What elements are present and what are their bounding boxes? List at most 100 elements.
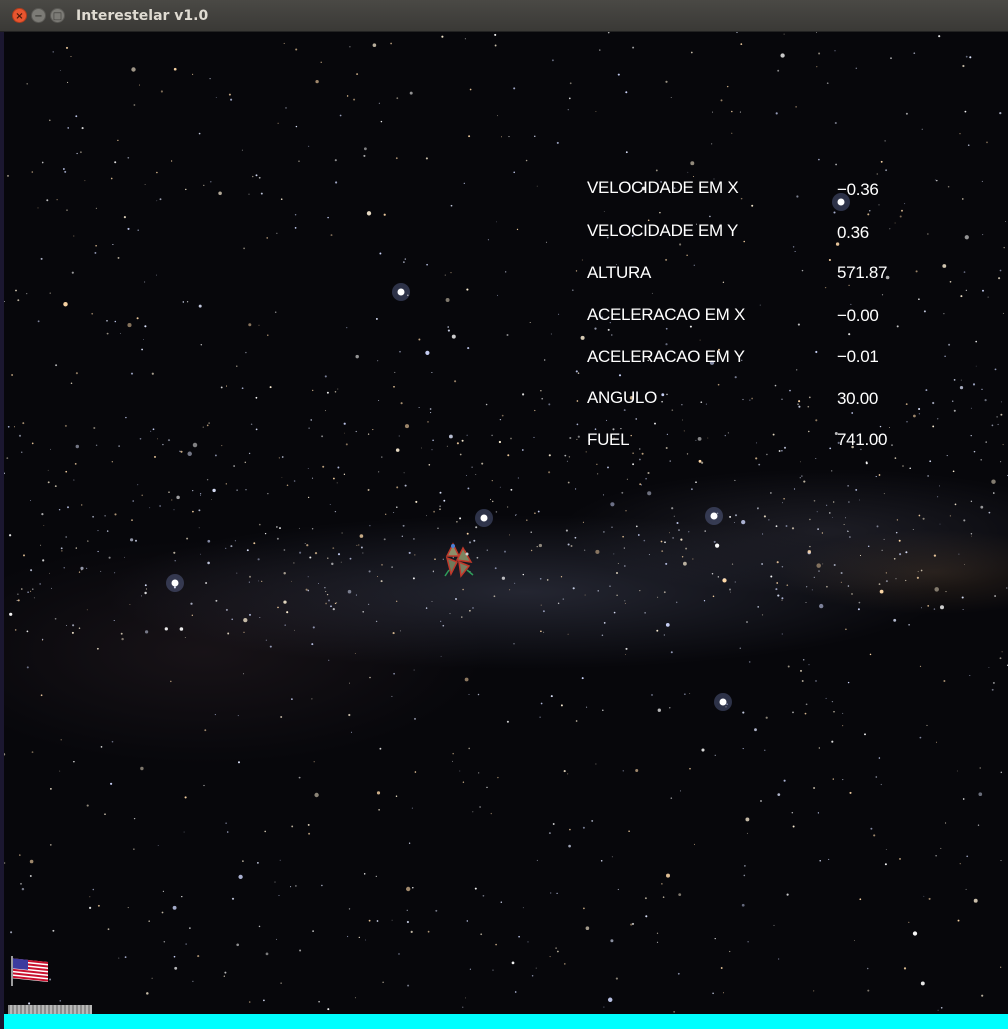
star [78, 571, 81, 573]
star [314, 792, 319, 798]
star [328, 599, 330, 602]
star [392, 632, 395, 635]
star [672, 537, 674, 539]
ground-surface [4, 1014, 1008, 1029]
star [944, 355, 946, 357]
star [464, 38, 466, 40]
star [965, 888, 967, 890]
star [74, 462, 77, 465]
star [669, 532, 670, 534]
star [180, 450, 183, 453]
star [65, 46, 69, 49]
star [659, 211, 661, 214]
star [468, 747, 471, 750]
star [276, 232, 278, 234]
star [807, 405, 810, 408]
star [717, 576, 719, 578]
hud-value-fuel: 741.00 [837, 430, 888, 449]
star [647, 491, 652, 496]
star [558, 313, 560, 315]
game-canvas[interactable]: VELOCIDADE EM X −0.36 VELOCIDADE EM Y 0.… [4, 32, 1008, 1029]
star [826, 504, 828, 506]
star [149, 507, 151, 509]
star [487, 239, 489, 241]
star [639, 448, 641, 450]
star [269, 645, 272, 648]
star [450, 204, 453, 207]
star [982, 289, 984, 292]
star [855, 67, 858, 70]
star [513, 171, 515, 174]
star [127, 227, 130, 230]
star [248, 581, 250, 583]
star [70, 55, 72, 58]
star [97, 550, 99, 553]
star [799, 477, 801, 479]
star [4, 472, 5, 475]
star [517, 477, 520, 479]
star [693, 264, 695, 266]
star [243, 247, 245, 250]
star [167, 439, 171, 442]
star [960, 379, 962, 381]
star [31, 442, 34, 445]
star [40, 257, 43, 260]
star [679, 790, 681, 792]
star [46, 199, 49, 202]
star [922, 517, 925, 520]
star [786, 584, 789, 587]
star [703, 600, 706, 602]
star [255, 428, 258, 431]
star [22, 422, 25, 425]
star [849, 791, 852, 794]
star [817, 812, 820, 814]
star [311, 643, 314, 646]
star [705, 403, 707, 405]
window-titlebar[interactable]: × − □ Interestelar v1.0 [0, 0, 1008, 32]
star [81, 504, 83, 506]
star [709, 215, 711, 218]
star [661, 400, 663, 403]
star [962, 64, 965, 68]
star [939, 605, 945, 610]
star [280, 198, 283, 200]
star [480, 933, 483, 936]
star [833, 501, 835, 503]
star [575, 370, 578, 373]
star [681, 404, 683, 406]
star [60, 739, 62, 741]
star [246, 549, 249, 552]
star [952, 470, 955, 473]
star [729, 515, 732, 518]
star [92, 888, 95, 891]
star [393, 511, 395, 514]
star [720, 99, 723, 102]
star [118, 445, 120, 447]
star [284, 624, 286, 626]
star [858, 601, 861, 604]
star [143, 339, 144, 341]
star [591, 819, 594, 822]
star [748, 661, 751, 663]
star [469, 88, 472, 91]
star [59, 770, 61, 772]
star [536, 185, 538, 187]
star [602, 709, 604, 712]
star [934, 587, 939, 592]
star [584, 594, 586, 596]
star [182, 301, 185, 303]
star [324, 410, 327, 412]
maximize-window-button[interactable]: □ [50, 8, 65, 23]
star [145, 588, 147, 590]
star [199, 493, 202, 495]
star [418, 338, 421, 341]
star [144, 584, 147, 587]
star [514, 582, 516, 584]
minimize-window-button[interactable]: − [31, 8, 46, 23]
star [806, 586, 808, 588]
star [441, 35, 444, 38]
close-window-button[interactable]: × [12, 8, 27, 23]
star [879, 589, 884, 594]
star [610, 939, 614, 943]
star [894, 222, 896, 224]
